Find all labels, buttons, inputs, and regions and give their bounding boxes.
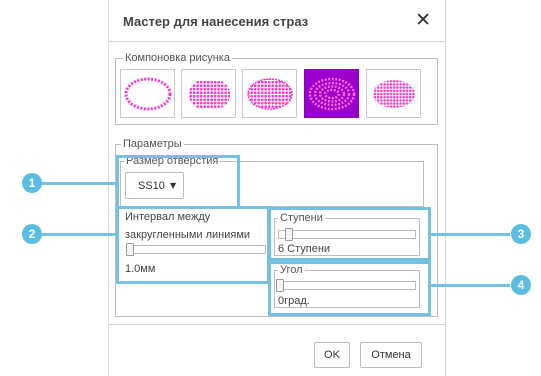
callout-4-frame bbox=[268, 261, 431, 316]
filled-oval-dense-icon bbox=[373, 80, 415, 108]
dialog-title: Мастер для нанесения страз bbox=[123, 14, 309, 29]
filled-oval-offset-icon bbox=[247, 78, 293, 110]
dialog-titlebar: Мастер для нанесения страз ✕ bbox=[109, 0, 445, 42]
layout-thumb-filled-oval-dense[interactable] bbox=[366, 69, 421, 118]
callout-1-line bbox=[42, 182, 118, 185]
callout-1-frame bbox=[116, 155, 240, 209]
ok-button[interactable]: OK bbox=[314, 342, 350, 368]
layout-thumb-outline-oval[interactable] bbox=[120, 69, 175, 118]
callout-4-line bbox=[430, 284, 510, 287]
params-group-legend: Параметры bbox=[121, 138, 184, 150]
close-icon[interactable]: ✕ bbox=[415, 10, 431, 30]
callout-badge-4: 4 bbox=[511, 275, 531, 295]
callout-2-line bbox=[42, 233, 118, 236]
callout-badge-1: 1 bbox=[22, 173, 42, 193]
layout-group-legend: Компоновка рисунка bbox=[123, 52, 232, 64]
footer-separator bbox=[108, 324, 446, 325]
callout-2-frame bbox=[116, 206, 270, 284]
layout-thumb-concentric-oval[interactable] bbox=[304, 69, 359, 118]
layout-thumb-filled-rounded[interactable] bbox=[181, 69, 236, 118]
cancel-button[interactable]: Отмена bbox=[360, 342, 422, 368]
callout-badge-2: 2 bbox=[22, 224, 42, 244]
filled-rounded-icon bbox=[189, 80, 230, 109]
concentric-oval-icon bbox=[308, 77, 356, 111]
layout-thumb-filled-oval-offset[interactable] bbox=[242, 69, 297, 118]
callout-badge-3: 3 bbox=[511, 224, 531, 244]
callout-3-line bbox=[430, 233, 510, 236]
callout-3-frame bbox=[268, 207, 431, 261]
outline-oval-icon bbox=[124, 77, 172, 111]
